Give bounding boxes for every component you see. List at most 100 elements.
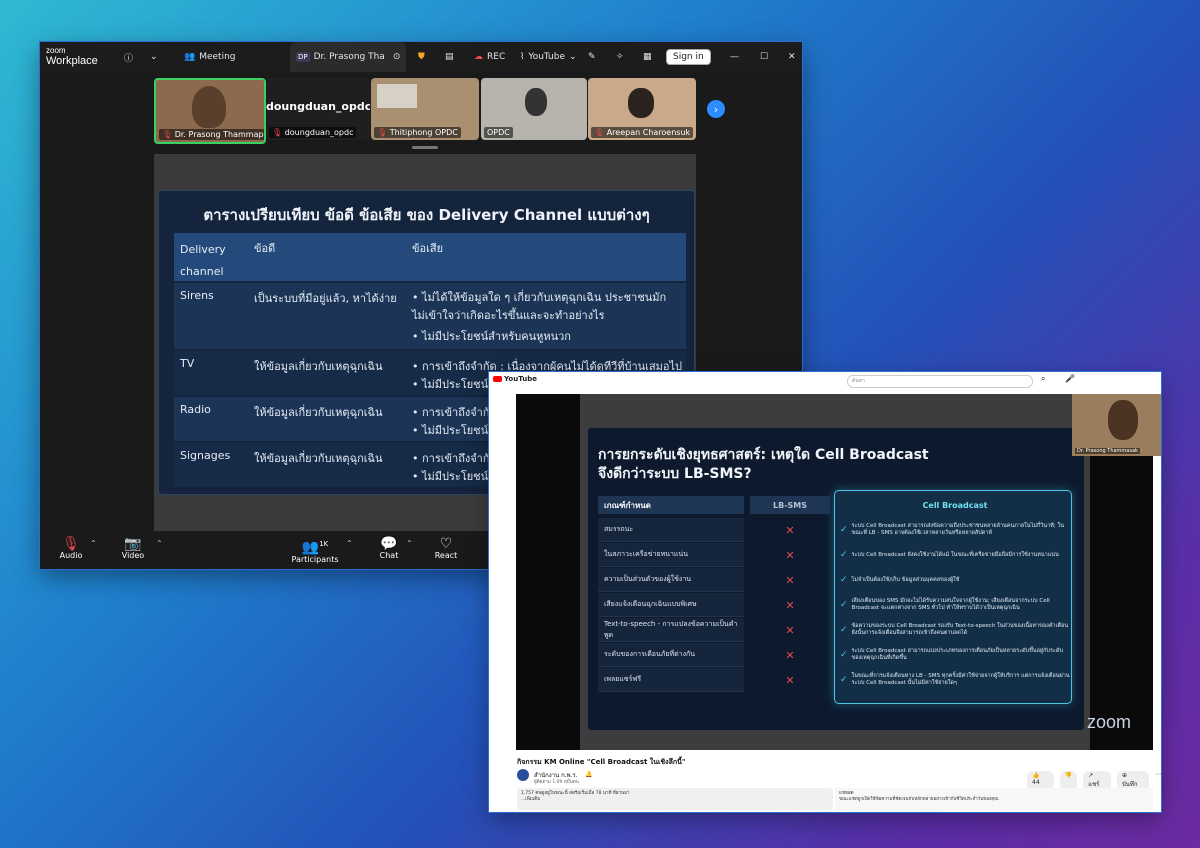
participant-name: OPDC — [484, 127, 513, 138]
col-lbsms: LB-SMS — [750, 496, 830, 514]
row-cb: ✓ ระบบ Cell Broadcast สามารถส่งข้อความถึง… — [840, 523, 1064, 536]
table-row: Sirens เป็นระบบที่มีอยู่แล้ว, หาได้ง่าย … — [174, 283, 686, 349]
search-input[interactable]: ค้นหา — [847, 375, 1033, 388]
cross-icon: ✕ — [785, 623, 795, 637]
notes-icon[interactable]: ▤ — [445, 42, 454, 72]
tab-host[interactable]: DP Dr. Prasong Tha ⊙ — [290, 42, 407, 72]
col-cell-broadcast: Cell Broadcast — [922, 500, 988, 510]
row-criteria: ความเป็นส่วนตัวของผู้ใช้งาน — [598, 568, 744, 592]
chevron-down-icon: ⌄ — [569, 52, 577, 62]
participant-name: 🎙 Dr. Prasong Thammap... — [159, 129, 264, 140]
signin-button[interactable]: Sign in — [666, 42, 711, 72]
video-title: กิจกรรม KM Online "Cell Broadcast ในเชิง… — [517, 758, 686, 766]
participant-face — [628, 88, 654, 118]
video-description[interactable]: 1,757 คนดูอยู่ในขณะนี้ สตรีมเริ่มเมื่อ 7… — [517, 788, 833, 810]
description-more[interactable]: ...เพิ่มเติม — [521, 797, 829, 803]
check-icon: ✓ — [840, 574, 848, 585]
room-image — [377, 84, 417, 108]
host-avatar: DP — [296, 52, 310, 62]
chevron-up-icon[interactable]: ⌃ — [346, 539, 353, 548]
row-criteria: ระดับของการเตือนภัยที่ต่างกัน — [598, 643, 744, 667]
row-pro: ให้ข้อมูลเกี่ยวกับเหตุฉุกเฉิน — [254, 360, 383, 373]
channel-avatar[interactable] — [517, 769, 529, 781]
chat-label: Chat — [379, 551, 399, 560]
shield-icon[interactable]: ⛊ — [418, 42, 425, 72]
participant-face — [192, 86, 226, 128]
table-row: ความเป็นส่วนตัวของผู้ใช้งาน ✕ ✓ ไม่จำเป็น… — [598, 568, 1084, 593]
check-icon: ✓ — [840, 624, 848, 635]
participants-icon: 👥1K — [301, 539, 329, 556]
participant-tile[interactable]: doungduan_opdc 🎙 doungduan_opdc — [266, 78, 370, 140]
row-pro: เป็นระบบที่มีอยู่แล้ว, หาได้ง่าย — [254, 292, 397, 305]
strip-scroll-indicator[interactable] — [412, 146, 438, 149]
row-con: • ไม่มีประโยชน์ — [412, 378, 489, 391]
chevron-up-icon[interactable]: ⌃ — [156, 539, 163, 548]
check-icon: ✓ — [840, 549, 848, 560]
info-icon[interactable]: ⓘ — [124, 42, 133, 72]
cloud-record-icon: ☁ — [474, 52, 483, 62]
check-icon: ✓ — [840, 649, 848, 660]
heart-icon: ♡ — [439, 536, 453, 552]
youtube-stream-button[interactable]: ⌇ YouTube ⌄ — [520, 42, 577, 72]
live-chat-panel: แชทสด ขณะแชทถูกเปิดใช้ข้อความที่ชัดเจนกั… — [835, 788, 1153, 810]
row-pro: ให้ข้อมูลเกี่ยวกับเหตุฉุกเฉิน — [254, 406, 383, 419]
audio-button[interactable]: 🎙 Audio — [40, 531, 106, 569]
table-row: Text-to-speech - การแปลงข้อความเป็นคำพูด… — [598, 618, 1084, 643]
search-icon[interactable]: ⌕ — [1041, 374, 1045, 384]
more-icon[interactable]: ⋯ — [1155, 771, 1161, 790]
video-button[interactable]: 📷 Video — [98, 531, 168, 569]
row-channel: Sirens — [180, 289, 214, 302]
cross-icon: ✕ — [785, 548, 795, 562]
cross-icon: ✕ — [785, 598, 795, 612]
participants-label: Participants — [291, 554, 339, 564]
row-channel: Radio — [180, 403, 211, 416]
participant-tile[interactable]: 🎙 Dr. Prasong Thammap... — [154, 78, 266, 144]
participant-tile[interactable]: 🎙 Thitiphong OPDC — [371, 78, 479, 140]
youtube-label: YouTube — [528, 52, 566, 62]
react-button[interactable]: ♡ React — [411, 531, 481, 569]
stream-icon: ⌇ — [520, 52, 525, 62]
chevron-up-icon[interactable]: ⌃ — [90, 539, 97, 548]
row-cb: ✓ เสียงเตือนของ SMS มักจะไม่ได้รับความสนใ… — [840, 598, 1050, 611]
video-player[interactable]: การยกระดับเชิงยุทธศาสตร์: เหตุใด Cell Br… — [516, 394, 1161, 750]
more-icon[interactable]: ⊙ — [393, 52, 401, 62]
row-con: • ไม่มีประโยชน์ — [412, 424, 489, 437]
apps-icon[interactable]: ▦ — [643, 42, 652, 72]
cross-icon: ✕ — [785, 523, 795, 537]
record-label: REC — [487, 52, 506, 62]
ai-icon[interactable]: ✎ — [588, 42, 596, 72]
record-button[interactable]: ☁ REC — [474, 42, 505, 72]
row-channel: Signages — [180, 449, 231, 462]
react-label: React — [434, 551, 458, 560]
header-channel: Delivery channel — [180, 243, 226, 278]
tab-meeting-label: Meeting — [199, 52, 236, 62]
row-cb: ✓ ข้อความของระบบ Cell Broadcast รองรับ Te… — [840, 623, 1069, 636]
participant-tile[interactable]: OPDC — [481, 78, 587, 140]
youtube-logo[interactable]: YouTube — [493, 375, 537, 383]
participant-tile[interactable]: 🎙 Areepan Charoensuk — [588, 78, 696, 140]
participant-strip: 🎙 Dr. Prasong Thammap... doungduan_opdc … — [40, 78, 802, 150]
row-criteria: ในสภาวะเครือข่ายหนาแน่น — [598, 543, 744, 567]
youtube-window: YouTube ค้นหา ⌕ 🎤 การยกระดับเชิงยุทธศาสต… — [489, 372, 1161, 812]
signin-label: Sign in — [666, 49, 711, 65]
col-criteria: เกณฑ์กำหนด — [598, 496, 744, 514]
participant-name: 🎙 Areepan Charoensuk — [591, 127, 694, 138]
mic-icon[interactable]: 🎤 — [1065, 374, 1075, 383]
minimize-icon[interactable]: — — [730, 42, 739, 72]
zoom-logo: zoom Workplace — [46, 45, 98, 67]
tab-meeting[interactable]: 👥 Meeting — [184, 42, 236, 72]
row-con: • ไม่มีประโยชน์สำหรับคนหูหนวก — [412, 330, 571, 343]
maximize-icon[interactable]: ☐ — [760, 42, 768, 72]
sparkle-icon[interactable]: ✧ — [616, 42, 624, 72]
header-pro: ข้อดี — [254, 242, 276, 255]
chat-notice: ขณะแชทถูกเปิดใช้ข้อความที่ชัดเจนกับหลักห… — [839, 797, 999, 802]
speaker-pip: Dr. Prasong Thammasak — [1072, 394, 1161, 456]
participants-button[interactable]: 👥1K Participants — [280, 531, 350, 569]
check-icon: ✓ — [840, 524, 848, 535]
table-row: เพลยแซร์ฟรี ✕ ✓ ในขณะที่การแจ้งเตือนทาง L… — [598, 668, 1084, 693]
chevron-down-icon[interactable]: ⌄ — [150, 42, 158, 72]
bell-icon[interactable]: 🔔 — [585, 771, 592, 778]
close-icon[interactable]: ✕ — [788, 42, 796, 72]
next-page-icon[interactable]: › — [707, 100, 725, 118]
participant-face — [525, 88, 547, 116]
